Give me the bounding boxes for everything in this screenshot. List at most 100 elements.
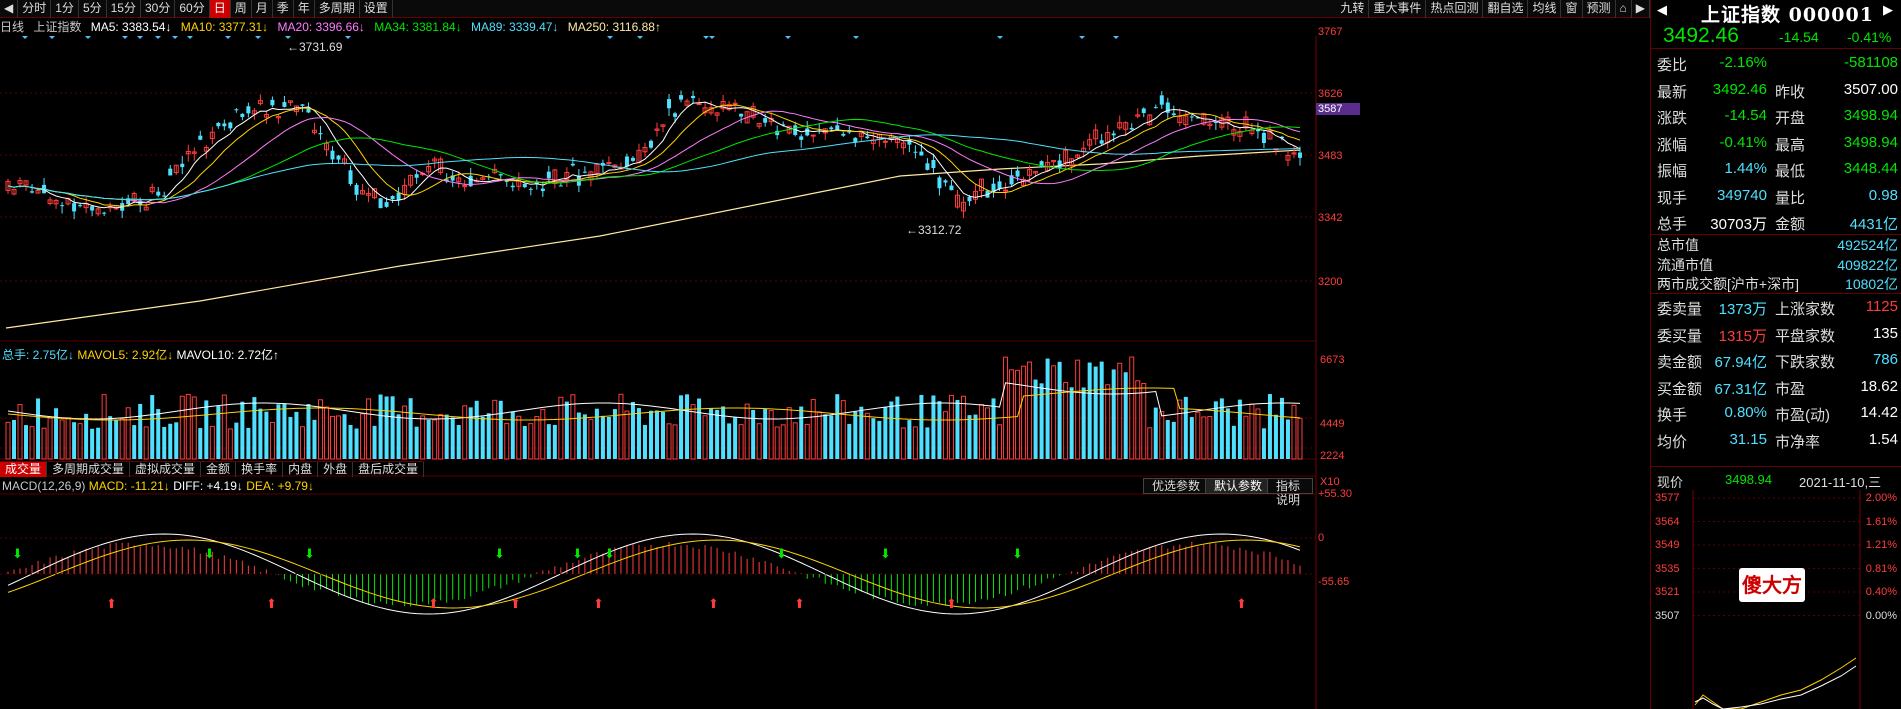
dea-value: DEA: +9.79↓	[246, 479, 314, 493]
svg-text:⬆: ⬆	[1236, 596, 1247, 611]
quote-key2: 量比	[1775, 189, 1806, 207]
quote-row: 涨跌 -14.54 开盘 3498.94	[1651, 101, 1901, 131]
toolbar-button[interactable]: 热点回测	[1426, 0, 1484, 18]
lock-icon[interactable]: ⌂	[1616, 0, 1632, 18]
period-tab[interactable]: 设置	[360, 0, 393, 18]
quote-key: 均价	[1657, 433, 1688, 451]
quote-value: 67.94亿	[1714, 354, 1767, 371]
indicator-help-button[interactable]: 指标说明	[1267, 478, 1313, 507]
period-tab[interactable]: 15分	[107, 0, 141, 18]
period-tab[interactable]: 日	[209, 0, 231, 18]
quote-key: 涨跌	[1657, 110, 1688, 127]
period-tab[interactable]: 60分	[175, 0, 210, 18]
ma89-value: MA89: 3339.47↓	[471, 20, 559, 34]
quote-key2: 市盈	[1775, 380, 1806, 398]
quote-row: 委卖量 1373万 上涨家数 1125	[1651, 292, 1901, 322]
quote-value2: 1.54	[1868, 430, 1898, 448]
mini-pct-tick: 1.21%	[1865, 539, 1897, 551]
svg-text:⬆: ⬆	[510, 596, 521, 611]
period-tab[interactable]: 多周期	[315, 0, 360, 18]
quote-key2: 开盘	[1775, 110, 1806, 127]
toolbar-button[interactable]: 重大事件	[1369, 0, 1427, 18]
quote-row: 委比 -2.16% -581108	[1651, 48, 1901, 78]
quote-value2: 786	[1872, 351, 1898, 368]
price-change-pct: -0.41%	[1847, 29, 1892, 45]
sub-tab[interactable]: 外盘	[318, 462, 354, 477]
quote-row: 换手 0.80% 市盈(动) 14.42	[1651, 398, 1901, 428]
toolbar-button[interactable]: 翻自选	[1483, 0, 1529, 18]
period-label: 日线	[0, 20, 25, 34]
sub-indicator-tabs: 成交量 多周期成交量 虚拟成交量 金额 换手率 内盘 外盘 盘后成交量	[0, 461, 425, 477]
panel-next-icon[interactable]: ▶	[1883, 2, 1893, 18]
price-change: -14.54	[1779, 29, 1819, 45]
default-params-button[interactable]: 默认参数	[1205, 478, 1272, 494]
macd-indicator-line: MACD(12,26,9) MACD: -11.21↓ DIFF: +4.19↓…	[2, 479, 314, 493]
quote-row: 均价 31.15 市净率 1.54	[1651, 425, 1901, 455]
toolbar-button[interactable]: 窗	[1561, 0, 1583, 18]
toolbar-button[interactable]: 预测	[1583, 0, 1616, 18]
date-label: 2021-11-10,三	[1799, 475, 1882, 490]
macd-tick: +55.30	[1318, 488, 1352, 500]
period-tab[interactable]: 季	[273, 0, 294, 18]
period-tab[interactable]: 30分	[141, 0, 176, 18]
quote-key: 买金额	[1657, 380, 1703, 398]
period-tab[interactable]: 年	[294, 0, 315, 18]
quote-key2: 市净率	[1775, 433, 1821, 451]
mini-price-tick: 3521	[1655, 586, 1680, 598]
sub-tab[interactable]: 虚拟成交量	[130, 462, 202, 477]
toolbar-button[interactable]: 均线	[1528, 0, 1562, 18]
sub-tab[interactable]: 金额	[201, 462, 237, 477]
quote-key: 总手	[1657, 216, 1688, 233]
macd-param-buttons: 优选参数 默认参数 指标说明	[1143, 478, 1313, 507]
quote-key: 两市成交额[沪市+深市]	[1657, 276, 1799, 292]
toolbar-button[interactable]: 九转	[1336, 0, 1370, 18]
svg-text:⬇: ⬇	[304, 546, 315, 561]
sub-tab[interactable]: 内盘	[283, 462, 319, 477]
ma5-value: MA5: 3383.54↓	[90, 20, 172, 34]
mini-pct-tick: 2.00%	[1865, 492, 1897, 504]
mini-price-tick: 3577	[1655, 492, 1680, 504]
quote-key2: 平盘家数	[1775, 327, 1836, 345]
quote-row: 涨幅 -0.41% 最高 3498.94	[1651, 128, 1901, 158]
quote-value2: 3498.94	[1843, 107, 1898, 124]
period-tab[interactable]: 1分	[51, 0, 79, 18]
macd-tick: 0	[1318, 532, 1325, 544]
sub-tab[interactable]: 盘后成交量	[353, 462, 425, 477]
period-tab[interactable]: 分时	[18, 0, 52, 18]
mavol10: MAVOL10: 2.72亿↑	[176, 348, 280, 362]
sub-tab[interactable]: 成交量	[0, 462, 48, 477]
mini-price-tick: 3564	[1655, 515, 1680, 528]
quote-value: 3492.46	[1712, 80, 1767, 98]
svg-text:⬇: ⬇	[880, 546, 891, 561]
period-tab[interactable]: 5分	[79, 0, 107, 18]
quote-row: 现手 349740 量比 0.98	[1651, 181, 1901, 211]
quote-value: -0.41%	[1719, 133, 1767, 151]
panel-prev-icon[interactable]: ◀	[1657, 2, 1667, 18]
period-tab[interactable]: 月	[252, 0, 273, 18]
sub-tab[interactable]: 换手率	[236, 462, 284, 477]
price-summary: 3492.46 -14.54 -0.41%	[1651, 24, 1901, 50]
period-tab[interactable]: 周	[231, 0, 252, 18]
optimal-params-button[interactable]: 优选参数	[1143, 478, 1210, 494]
macd-label: MACD(12,26,9)	[2, 479, 86, 493]
price-tick: 3200	[1318, 276, 1343, 288]
quote-key: 涨幅	[1657, 136, 1688, 154]
sub-tab[interactable]: 多周期成交量	[47, 462, 131, 477]
quote-key: 振幅	[1657, 163, 1688, 180]
market-cap-row: 两市成交额[沪市+深市] 10802亿	[1651, 272, 1901, 292]
current-price-row: 现价 3498.94 2021-11-10,三	[1651, 470, 1901, 490]
quote-row: 振幅 1.44% 最低 3448.44	[1651, 154, 1901, 184]
macd-value: MACD: -11.21↓	[88, 479, 170, 493]
svg-text:⬆: ⬆	[708, 596, 719, 611]
quote-key2: 最低	[1775, 163, 1806, 180]
index-title: 上证指数 000001	[1701, 4, 1874, 26]
period-toolbar: ◀ 分时 1分 5分 15分 30分 60分日周月季年多周期 设置 九转 重大事件 热点回测 翻自…	[0, 0, 1650, 18]
current-price-tag: 3587	[1316, 103, 1360, 115]
prev-arrow-icon[interactable]: ◀	[0, 0, 19, 18]
volume-tick: 2224	[1320, 450, 1345, 462]
kline-chart[interactable]: ⬇ ⬆ ⬇ ⬆ ⬇ ⬆ ⬇ ⬆ ⬇ ⬆ ⬇ ⬆ ⬇ ⬆ ⬇ ⬆ ⬇ ⬆	[0, 36, 1600, 709]
ma10-value: MA10: 3377.31↓	[180, 20, 269, 34]
next-arrow-icon[interactable]: ▶	[1632, 0, 1650, 18]
price-tick: 3626	[1318, 88, 1343, 100]
quote-value2: 135	[1872, 324, 1898, 342]
